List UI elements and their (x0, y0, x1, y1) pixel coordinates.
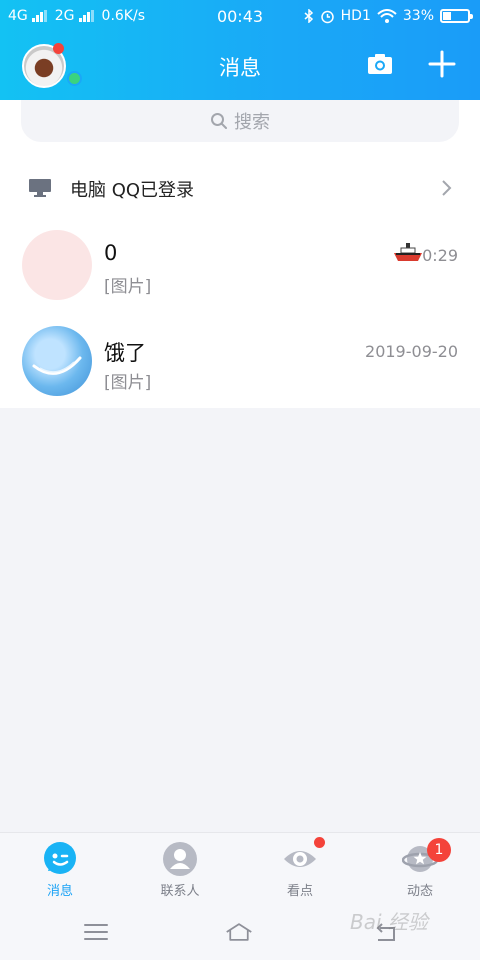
camera-icon[interactable] (367, 53, 393, 75)
computer-icon (29, 179, 51, 197)
pc-login-label: 电脑 QQ已登录 (70, 180, 195, 201)
home-icon[interactable] (225, 920, 253, 944)
tab-moments[interactable]: 1 动态 (380, 833, 460, 905)
search-bar[interactable]: 搜索 (21, 100, 459, 142)
notification-badge: 1 (427, 838, 451, 862)
status-bar: 4G 2G 0.6K/s 00:43 HD1 33% (0, 0, 480, 34)
tab-label: 看点 (286, 884, 313, 899)
contacts-icon (163, 842, 197, 876)
bluetooth-icon (304, 9, 313, 23)
chat-avatar (22, 326, 92, 396)
battery-fill (443, 12, 451, 20)
eye-icon (284, 851, 316, 867)
chat-last-message: [图片] (104, 373, 152, 393)
watermark: Bai 经验 (350, 910, 428, 934)
chat-name: 0 (104, 241, 118, 265)
chat-time: 0:29 (422, 246, 458, 265)
hd-indicator: HD1 (340, 8, 371, 24)
tab-label: 联系人 (160, 884, 200, 899)
status-right: HD1 33% (304, 8, 473, 24)
ship-icon (394, 243, 422, 261)
chat-avatar (22, 230, 92, 300)
chat-name: 饿了 (104, 341, 146, 365)
notification-dot (314, 837, 325, 848)
search-icon (211, 113, 227, 129)
alarm-icon (320, 10, 334, 23)
tab-label: 消息 (46, 884, 73, 899)
menu-icon[interactable] (82, 920, 110, 944)
chat-time: 2019-09-20 (365, 342, 458, 361)
search-placeholder: 搜索 (234, 112, 270, 133)
battery-icon (440, 9, 473, 23)
app-header: 4G 2G 0.6K/s 00:43 HD1 33% 消息 (0, 0, 480, 100)
battery-percent: 33% (402, 8, 434, 24)
page-title: 消息 (219, 56, 261, 80)
tab-contacts[interactable]: 联系人 (140, 833, 220, 905)
message-bubble-icon (44, 842, 76, 874)
tab-label: 动态 (406, 884, 433, 899)
bottom-tab-bar: 消息 联系人 看点 1 动态 (0, 832, 480, 904)
wifi-icon (377, 9, 397, 23)
chat-last-message: [图片] (104, 277, 152, 297)
add-icon[interactable] (428, 50, 456, 78)
tab-discover[interactable]: 看点 (260, 833, 340, 905)
tab-messages[interactable]: 消息 (20, 833, 100, 905)
chevron-right-icon (442, 180, 452, 196)
feather-icon (32, 356, 82, 375)
